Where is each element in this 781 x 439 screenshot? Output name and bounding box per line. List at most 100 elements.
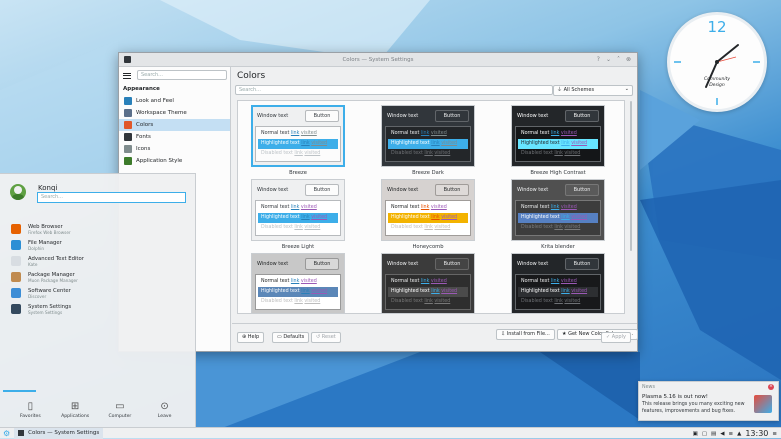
- notifications-icon[interactable]: ▲: [737, 431, 741, 437]
- network-icon[interactable]: ≡: [728, 431, 733, 437]
- color-scheme-card[interactable]: Window text Button Normal text link visi…: [511, 105, 605, 176]
- preview-button: Button: [565, 110, 599, 122]
- preview-highlighted-text: Highlighted text: [391, 289, 430, 294]
- hamburger-menu-icon[interactable]: [123, 71, 131, 79]
- preview-normal-row: Normal text link visited: [258, 129, 338, 139]
- favorites-icon: ▯: [27, 401, 34, 412]
- preview-visited: visited: [564, 299, 581, 304]
- launcher-menu-icon[interactable]: ⚙: [3, 429, 10, 438]
- analog-clock-widget[interactable]: 12 Community Design: [667, 12, 767, 112]
- active-tab-indicator: [3, 390, 36, 392]
- taskbar-clock[interactable]: 13:30: [745, 429, 768, 438]
- preview-normal-text: Normal text: [391, 279, 420, 284]
- sidebar-item-workspace-theme[interactable]: Workspace Theme: [119, 107, 230, 119]
- scheme-search-input[interactable]: Search...: [235, 85, 553, 95]
- launcher-app-software-center[interactable]: Software Center Discover: [11, 285, 84, 301]
- preview-link: link: [554, 299, 563, 304]
- preview-normal-row: Normal text link visited: [518, 129, 598, 139]
- grid-scrollbar[interactable]: [630, 101, 632, 251]
- color-scheme-card[interactable]: Window text Button Normal text link visi…: [251, 105, 345, 176]
- color-scheme-card[interactable]: Window text Button Normal text link visi…: [511, 179, 605, 250]
- sidebar-item-colors[interactable]: Colors: [119, 119, 230, 131]
- sidebar-item-icons[interactable]: Icons: [119, 143, 230, 155]
- launcher-tab-favorites[interactable]: ▯ Favorites: [10, 400, 50, 419]
- preview-highlighted-text: Highlighted text: [391, 215, 430, 220]
- notification-close-icon[interactable]: ×: [768, 384, 774, 390]
- folder-icon: [11, 240, 21, 250]
- launcher-app-system-settings[interactable]: System Settings System Settings: [11, 301, 84, 317]
- colors-icon: [124, 121, 132, 129]
- color-scheme-card[interactable]: Window text Button Normal text link visi…: [381, 105, 475, 176]
- devices-icon[interactable]: ▤: [711, 431, 716, 437]
- sidebar-item-fonts[interactable]: Fonts: [119, 131, 230, 143]
- scheme-filter-select[interactable]: ⏚ All Schemes: [553, 85, 633, 96]
- preview-visited: visited: [441, 289, 458, 294]
- preview-normal-text: Normal text: [521, 279, 550, 284]
- reset-button[interactable]: ↺ Reset: [311, 332, 341, 343]
- preview-link: link: [290, 131, 300, 136]
- title-bar[interactable]: Colors — System Settings ? ⌄ ˄ ⊗: [119, 53, 637, 67]
- close-icon[interactable]: ⊗: [626, 56, 631, 63]
- sidebar-item-application-style[interactable]: Application Style: [119, 155, 230, 167]
- help-button[interactable]: ⊕ Help: [237, 332, 265, 343]
- sidebar-item-label: Look and Feel: [136, 98, 174, 104]
- launcher-search-input[interactable]: Search...: [37, 192, 186, 203]
- task-system-settings[interactable]: Colors — System Settings: [14, 427, 104, 439]
- preview-normal-text: Normal text: [521, 205, 550, 210]
- preview-button: Button: [305, 184, 339, 196]
- sidebar-item-look-and-feel[interactable]: Look and Feel: [119, 95, 230, 107]
- app-description: System Settings: [28, 309, 63, 315]
- launcher-app-web-browser[interactable]: Web Browser Firefox Web Browser: [11, 221, 84, 237]
- application-launcher: Konqi Search... Web Browser Firefox Web …: [0, 173, 196, 427]
- preview-window-text: Window text: [387, 187, 419, 193]
- apply-button[interactable]: ✓ Apply: [601, 332, 631, 343]
- app-description: Dolphin: [28, 245, 45, 251]
- color-scheme-card[interactable]: Window text Button Normal text link visi…: [381, 253, 475, 313]
- preview-link: link: [420, 279, 430, 284]
- preview-highlight-row: Highlighted text link visited: [518, 287, 598, 297]
- preview-link: link: [301, 215, 310, 220]
- launcher-tab-applications[interactable]: ⊞ Applications: [55, 400, 95, 419]
- launcher-tab-computer[interactable]: ▭ Computer: [100, 400, 140, 419]
- preview-visited: visited: [571, 289, 588, 294]
- launcher-app-advanced-text-editor[interactable]: Advanced Text Editor Kate: [11, 253, 84, 269]
- color-scheme-card[interactable]: Window text Button Normal text link visi…: [251, 253, 345, 313]
- preview-visited: visited: [430, 131, 447, 136]
- minimize-icon[interactable]: ⌄: [606, 56, 611, 63]
- preview-visited: visited: [304, 299, 321, 304]
- avatar[interactable]: [10, 184, 26, 200]
- preview-view: Normal text link visited Highlighted tex…: [255, 126, 341, 162]
- display-icon[interactable]: ▢: [702, 431, 707, 437]
- launcher-app-file-manager[interactable]: File Manager Dolphin: [11, 237, 84, 253]
- preview-link: link: [424, 299, 433, 304]
- panel-settings-icon[interactable]: ≡: [772, 431, 777, 437]
- preview-disabled-row: Disabled text link visited: [258, 223, 338, 233]
- preview-visited: visited: [564, 225, 581, 230]
- preview-normal-row: Normal text link visited: [518, 277, 598, 287]
- color-scheme-card[interactable]: Window text Button Normal text link visi…: [251, 179, 345, 250]
- launcher-app-package-manager[interactable]: Package Manager Muon Package Manager: [11, 269, 84, 285]
- window-title: Colors — System Settings: [342, 56, 414, 63]
- app-description: Muon Package Manager: [28, 277, 78, 283]
- preview-normal-text: Normal text: [261, 205, 290, 210]
- preview-highlighted-text: Highlighted text: [261, 289, 300, 294]
- color-scheme-card[interactable]: Window text Button Normal text link visi…: [381, 179, 475, 250]
- defaults-button[interactable]: ▭ Defaults: [272, 332, 310, 343]
- color-scheme-card[interactable]: Window text Button Normal text link visi…: [511, 253, 605, 313]
- preview-link: link: [550, 131, 560, 136]
- notification-popup[interactable]: News × Plasma 5.16 is out now! This rele…: [638, 381, 779, 421]
- preview-normal-text: Normal text: [521, 131, 550, 136]
- preview-visited: visited: [560, 205, 577, 210]
- preview-link: link: [431, 141, 440, 146]
- maximize-icon[interactable]: ˄: [617, 56, 620, 63]
- launcher-tab-leave[interactable]: ⊙ Leave: [145, 400, 185, 419]
- preview-link: link: [290, 279, 300, 284]
- preview-button: Button: [305, 110, 339, 122]
- preview-link: link: [550, 205, 560, 210]
- volume-icon[interactable]: ◀: [720, 431, 724, 437]
- help-icon[interactable]: ?: [597, 56, 600, 63]
- preview-window-text: Window text: [387, 113, 419, 119]
- clipboard-icon[interactable]: ▣: [693, 431, 698, 437]
- preview-disabled-row: Disabled text link visited: [258, 297, 338, 307]
- sidebar-search-input[interactable]: Search...: [137, 70, 227, 80]
